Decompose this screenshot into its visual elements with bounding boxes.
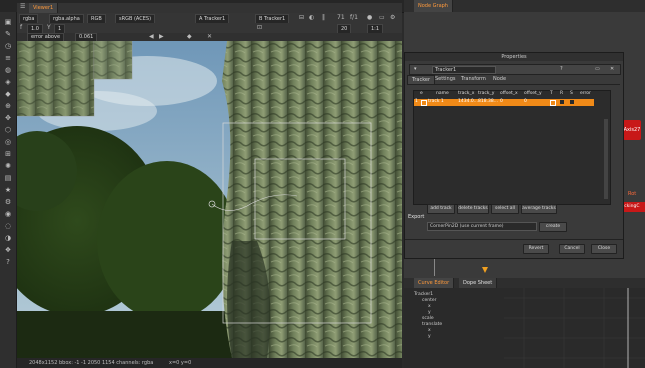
draw-icon[interactable]: ✎	[3, 30, 13, 38]
time-icon[interactable]: ◷	[3, 42, 13, 50]
filter-icon[interactable]: ◈	[3, 78, 13, 86]
wipe-icon[interactable]: ⊟	[299, 14, 304, 22]
viewer-tab-bar: Viewer1 ☰	[17, 3, 402, 13]
pause-icon[interactable]: ‖	[322, 14, 325, 22]
properties-title: Properties	[405, 53, 623, 61]
format-info: 2048x1152 bbox: -1 -1 2050 1154 channels…	[29, 360, 154, 366]
rotate-checkbox[interactable]	[560, 100, 564, 104]
node-header: ▾ Tracker1 ? ▭ ✕	[409, 64, 621, 75]
track-back-icon[interactable]: ◀	[149, 33, 154, 41]
table-row[interactable]: 1 track 1 1434.0... 818.38... 0 0	[414, 99, 594, 106]
connector-arrow-icon	[482, 267, 488, 273]
color-icon[interactable]: ◍	[3, 66, 13, 74]
cancel-button[interactable]: Cancel	[559, 244, 585, 254]
tab-settings[interactable]: Settings	[431, 75, 460, 84]
display-icon[interactable]: ◐	[309, 14, 314, 22]
viewer-status-bar: 2048x1152 bbox: -1 -1 2050 1154 channels…	[17, 358, 402, 368]
tool-palette: ▣ ✎ ◷ ≡ ◍ ◈ ◆ ⊕ ✥ ⬡ ◎ ⊞ ✺ ▤ ★ ⚙ ◉ ◌ ◑ ❖ …	[0, 12, 17, 368]
channel-icon[interactable]: ≡	[3, 54, 13, 62]
float-icon[interactable]: ▭	[595, 66, 600, 72]
export-label: Export	[408, 214, 425, 220]
viewer-image[interactable]	[17, 41, 402, 358]
help-icon[interactable]: ?	[3, 258, 13, 266]
metadata-icon[interactable]: ⊞	[3, 150, 13, 158]
keyer-icon[interactable]: ◆	[3, 90, 13, 98]
revert-button[interactable]: Revert	[523, 244, 549, 254]
close-icon[interactable]: ✕	[610, 66, 614, 72]
menu-icon[interactable]: ☰	[20, 3, 25, 11]
table-header: e name track_x track_y offset_x offset_y…	[420, 91, 591, 96]
toolsets-icon[interactable]: ★	[3, 186, 13, 194]
track-forward-icon[interactable]: ▶	[159, 33, 164, 41]
cursor-coords: x=0 y=0	[169, 360, 192, 366]
close-button[interactable]: Close	[591, 244, 617, 254]
settings-icon[interactable]: ⚙	[390, 14, 395, 22]
clip-icon[interactable]: ⊡	[257, 24, 262, 32]
table-scrollbar[interactable]	[604, 119, 608, 199]
clear-icon[interactable]: ✕	[207, 33, 212, 41]
curve-grid	[504, 288, 645, 368]
tab-node[interactable]: Node	[489, 75, 510, 84]
tab-node-graph[interactable]: Node Graph	[414, 0, 453, 12]
3d-icon[interactable]: ⬡	[3, 126, 13, 134]
frame-label: 71	[337, 14, 345, 21]
fstop-icon[interactable]: f	[20, 24, 22, 32]
tab-dope-sheet[interactable]: Dope Sheet	[459, 278, 498, 288]
add-track-button[interactable]: add track	[427, 204, 455, 214]
tab-curve-editor[interactable]: Curve Editor	[414, 278, 455, 288]
collapse-icon[interactable]: ▾	[414, 66, 417, 72]
merge-icon[interactable]: ⊕	[3, 102, 13, 110]
translate-checkbox[interactable]	[550, 100, 556, 106]
keyframe-icon[interactable]: ◆	[187, 33, 192, 41]
guides-icon[interactable]: ▭	[379, 14, 385, 22]
tab-transform[interactable]: Transform	[457, 75, 490, 84]
curve-editor-area[interactable]: Tracker1 center x y scale translate x y	[404, 288, 645, 368]
particles-icon[interactable]: ✺	[3, 162, 13, 170]
ofx-icon[interactable]: ◌	[3, 222, 13, 230]
views-icon[interactable]: ◎	[3, 138, 13, 146]
image-icon[interactable]: ▣	[3, 18, 13, 26]
export-select[interactable]: CornerPin2D (use current frame)	[427, 222, 537, 231]
create-button[interactable]: create	[539, 222, 567, 232]
other-icon[interactable]: ⚙	[3, 198, 13, 206]
furnace-icon[interactable]: ◉	[3, 210, 13, 218]
select-all-button[interactable]: select all	[491, 204, 519, 214]
node-label: Rot	[628, 191, 637, 197]
properties-panel: Properties ▾ Tracker1 ? ▭ ✕ Tracker Sett…	[404, 52, 624, 259]
tab-viewer[interactable]: Viewer1	[29, 3, 59, 13]
bokeh-icon[interactable]: ◑	[3, 234, 13, 242]
deep-icon[interactable]: ▤	[3, 174, 13, 182]
gamma-icon[interactable]: Y	[47, 24, 51, 32]
node-axis[interactable]: Axis27	[623, 120, 641, 140]
fps-label: f/1	[350, 14, 358, 21]
tracks-table: e name track_x track_y offset_x offset_y…	[413, 90, 611, 205]
scale-checkbox[interactable]	[570, 100, 574, 104]
tracker-toolbar: error above 0.061 ◀ ▶ ◆ ✕	[17, 33, 402, 42]
enable-checkbox[interactable]	[421, 100, 427, 106]
help-icon[interactable]: ?	[560, 66, 563, 72]
transform-icon[interactable]: ✥	[3, 114, 13, 122]
plate-image	[17, 41, 402, 358]
average-tracks-button[interactable]: average tracks	[521, 204, 557, 214]
node-name-field[interactable]: Tracker1	[432, 66, 496, 74]
record-icon[interactable]: ●	[367, 14, 372, 22]
cara-icon[interactable]: ❖	[3, 246, 13, 254]
curve-tab-bar: Curve Editor Dope Sheet	[404, 278, 645, 288]
delete-tracks-button[interactable]: delete tracks	[457, 204, 489, 214]
